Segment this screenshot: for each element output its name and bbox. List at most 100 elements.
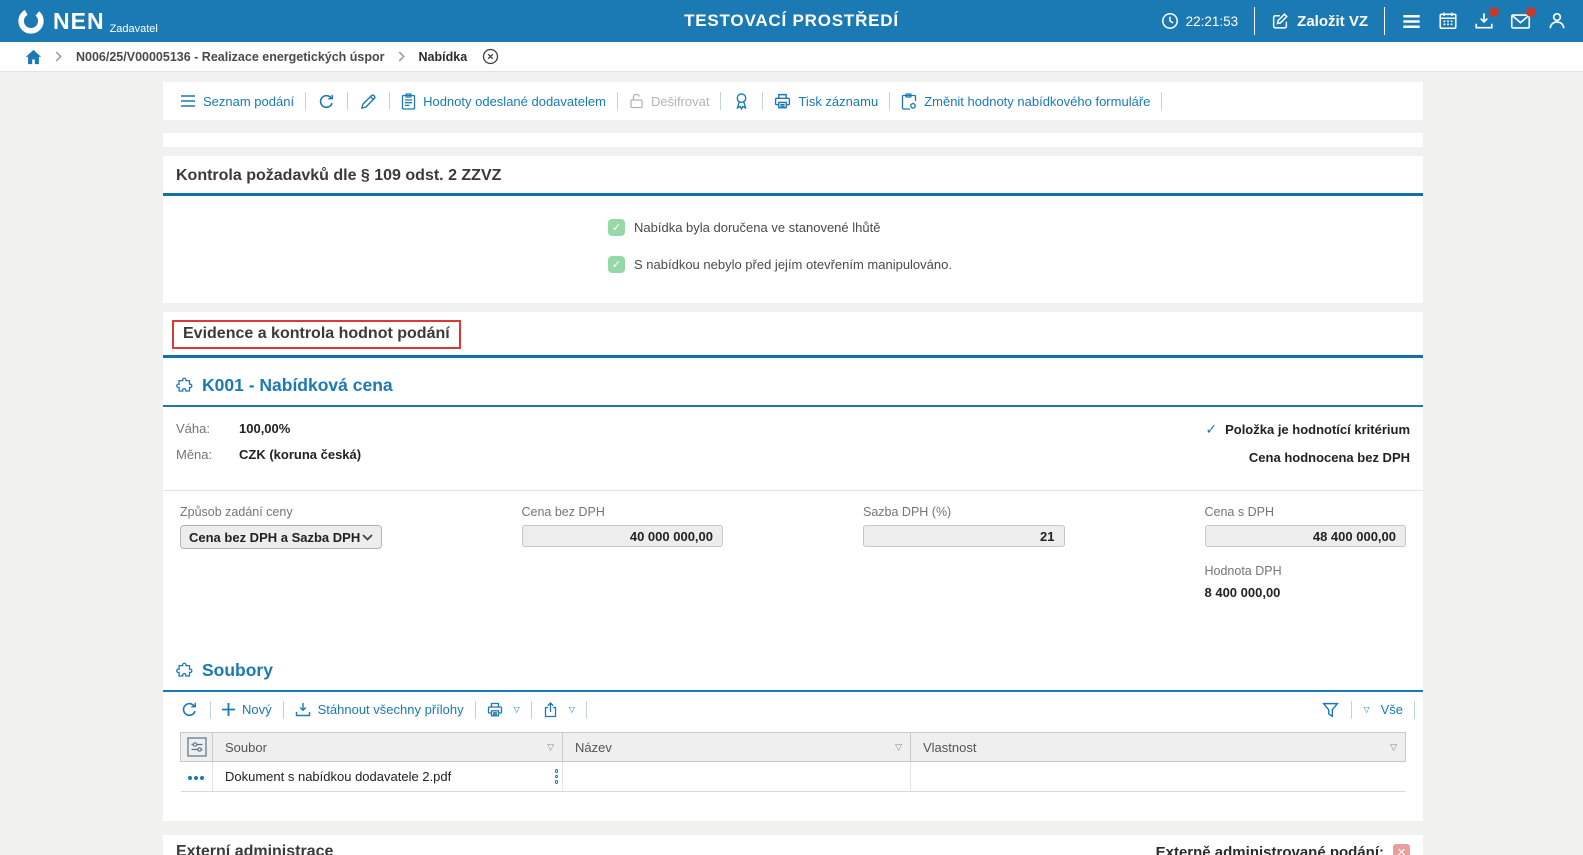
nen-logo[interactable]: NEN Zadavatel — [16, 6, 158, 36]
puzzle-icon — [176, 662, 193, 677]
flag-kriterium-label: Položka je hodnotící kritérium — [1225, 422, 1410, 437]
toolbar-separator — [1161, 92, 1163, 110]
create-vz-label: Založit VZ — [1297, 12, 1368, 30]
notification-dot — [1526, 6, 1536, 17]
vse-filter-button[interactable]: ▽ Vše — [1352, 702, 1414, 717]
hodnoty-odeslane-button[interactable]: Hodnoty odeslané dodavatelem — [390, 92, 617, 110]
files-table-header-row: Soubor ▽ Název ▽ Vlastnost ▽ — [180, 732, 1406, 762]
file-name[interactable]: Dokument s nabídkou dodavatele 2.pdf — [225, 769, 451, 784]
desifrovat-button[interactable]: Dešifrovat — [618, 93, 721, 109]
field-cena-bez-dph: Cena bez DPH 40 000 000,00 — [521, 505, 723, 549]
blue-check-icon: ✓ — [1205, 421, 1218, 437]
files-print-button[interactable]: ▽ — [476, 702, 531, 717]
zmenit-hodnoty-button[interactable]: Změnit hodnoty nabídkového formuláře — [890, 92, 1161, 110]
home-icon — [25, 49, 42, 64]
subsection-k001: K001 - Nabídková cena Váha: 100,00% Měna… — [163, 358, 1423, 600]
hodnoty-odeslane-label: Hodnoty odeslané dodavatelem — [423, 93, 606, 109]
section-title-highlighted: Evidence a kontrola hodnot podání — [172, 320, 461, 349]
notification-dot — [1489, 7, 1499, 17]
toolbar-separator — [585, 700, 587, 719]
filter-triangle-icon[interactable]: ▽ — [1390, 742, 1397, 753]
close-tab-button[interactable] — [482, 48, 499, 65]
field-sazba-dph: Sazba DPH (%) 21 — [863, 505, 1065, 549]
mena-value: CZK (koruna česká) — [239, 447, 362, 462]
edit-button[interactable] — [348, 93, 389, 110]
files-toolbar: Nový Stáhnout všechny přílohy ▽ ▽ ▽ Vše — [163, 692, 1423, 727]
section-title: Externí administrace — [176, 843, 334, 855]
column-header-soubor[interactable]: Soubor ▽ — [212, 732, 563, 762]
filter-triangle-icon[interactable]: ▽ — [547, 742, 554, 753]
files-export-button[interactable]: ▽ — [532, 701, 586, 718]
k001-title: K001 - Nabídková cena — [202, 375, 393, 395]
hodnota-dph-label: Hodnota DPH — [1204, 564, 1282, 578]
create-vz-button[interactable]: Založit VZ — [1271, 12, 1368, 30]
file-row[interactable]: Dokument s nabídkou dodavatele 2.pdf — [180, 761, 1406, 792]
funnel-icon — [1322, 702, 1340, 718]
column-config-button[interactable] — [180, 732, 213, 762]
refresh-button[interactable] — [306, 93, 347, 110]
page-body: Seznam podání Hodnoty odeslané dodavatel… — [0, 72, 1583, 855]
row-actions-button[interactable] — [180, 761, 213, 792]
clock-time: 22:21:53 — [1185, 13, 1239, 29]
printer-icon — [487, 702, 502, 717]
cena-s-dph-input[interactable]: 48 400 000,00 — [1204, 525, 1406, 547]
calendar-icon — [1439, 12, 1457, 29]
printer-icon — [775, 93, 791, 109]
stahnout-prilohy-label: Stáhnout všechny přílohy — [317, 702, 464, 717]
soubory-title: Soubory — [202, 660, 273, 680]
filter-triangle-icon[interactable]: ▽ — [895, 742, 902, 753]
stahnout-prilohy-button[interactable]: Stáhnout všechny přílohy — [284, 702, 475, 718]
breadcrumb: N006/25/V00005136 - Realizace energetick… — [0, 42, 1583, 72]
section-evidence-hodnot: Evidence a kontrola hodnot podání K001 -… — [163, 312, 1423, 821]
novy-button[interactable]: Nový — [211, 702, 283, 717]
sazba-dph-label: Sazba DPH (%) — [863, 505, 952, 519]
cena-bez-dph-input[interactable]: 40 000 000,00 — [521, 525, 723, 547]
award-ribbon-icon — [736, 93, 748, 110]
check-label: S nabídkou nebylo před jejím otevřením m… — [634, 257, 952, 272]
dropdown-triangle-icon: ▽ — [513, 705, 520, 714]
messages-button[interactable] — [1510, 6, 1536, 32]
user-button[interactable] — [1547, 11, 1567, 31]
column-drag-handle[interactable] — [554, 769, 558, 784]
cena-s-dph-label: Cena s DPH — [1204, 505, 1274, 519]
award-button[interactable] — [721, 92, 762, 110]
environment-title: TESTOVACÍ PROSTŘEDÍ — [684, 11, 899, 30]
cena-bez-dph-label: Cena bez DPH — [521, 505, 605, 519]
separator — [1384, 7, 1385, 35]
sliders-icon — [186, 737, 207, 757]
menu-button[interactable] — [1401, 11, 1422, 32]
edit-square-icon — [1271, 12, 1289, 30]
filter-button[interactable] — [1310, 702, 1351, 718]
section-externi-administrace: Externí administrace Externě administrov… — [163, 835, 1423, 855]
zmenit-hodnoty-label: Změnit hodnoty nabídkového formuláře — [924, 93, 1151, 109]
breadcrumb-contract[interactable]: N006/25/V00005136 - Realizace energetick… — [76, 50, 385, 64]
hamburger-icon — [1403, 14, 1420, 28]
close-circle-icon — [483, 48, 499, 65]
column-header-vlastnost[interactable]: Vlastnost ▽ — [910, 732, 1406, 762]
files-refresh-button[interactable] — [169, 701, 210, 718]
sazba-dph-input[interactable]: 21 — [863, 525, 1065, 547]
user-icon — [1549, 12, 1565, 29]
plus-icon — [222, 703, 235, 716]
chevron-right-icon — [55, 51, 62, 62]
tisk-zaznamu-button[interactable]: Tisk záznamu — [763, 93, 889, 109]
vaha-row: Váha: 100,00% — [176, 421, 361, 436]
seznam-podani-button[interactable]: Seznam podání — [169, 94, 305, 109]
inbox-button[interactable] — [1474, 7, 1499, 31]
zpusob-select[interactable]: Cena bez DPH a Sazba DPH — [180, 525, 382, 549]
seznam-podani-label: Seznam podání — [203, 93, 295, 109]
check-row-delivered: ✓ Nabídka byla doručena ve stanovené lhů… — [608, 219, 1423, 236]
clipboard-icon — [401, 92, 416, 110]
flag-bez-dph-label: Cena hodnocena bez DPH — [1248, 450, 1410, 465]
separator — [1254, 7, 1256, 35]
home-button[interactable] — [25, 49, 42, 65]
green-check-icon: ✓ — [608, 219, 625, 236]
tisk-zaznamu-label: Tisk záznamu — [798, 93, 879, 109]
puzzle-icon — [176, 377, 193, 392]
nen-logo-icon — [16, 6, 46, 36]
calendar-button[interactable] — [1438, 11, 1458, 31]
download-icon — [295, 702, 310, 716]
green-check-icon: ✓ — [608, 256, 625, 273]
column-header-nazev[interactable]: Název ▽ — [562, 732, 911, 762]
novy-label: Nový — [242, 702, 272, 717]
